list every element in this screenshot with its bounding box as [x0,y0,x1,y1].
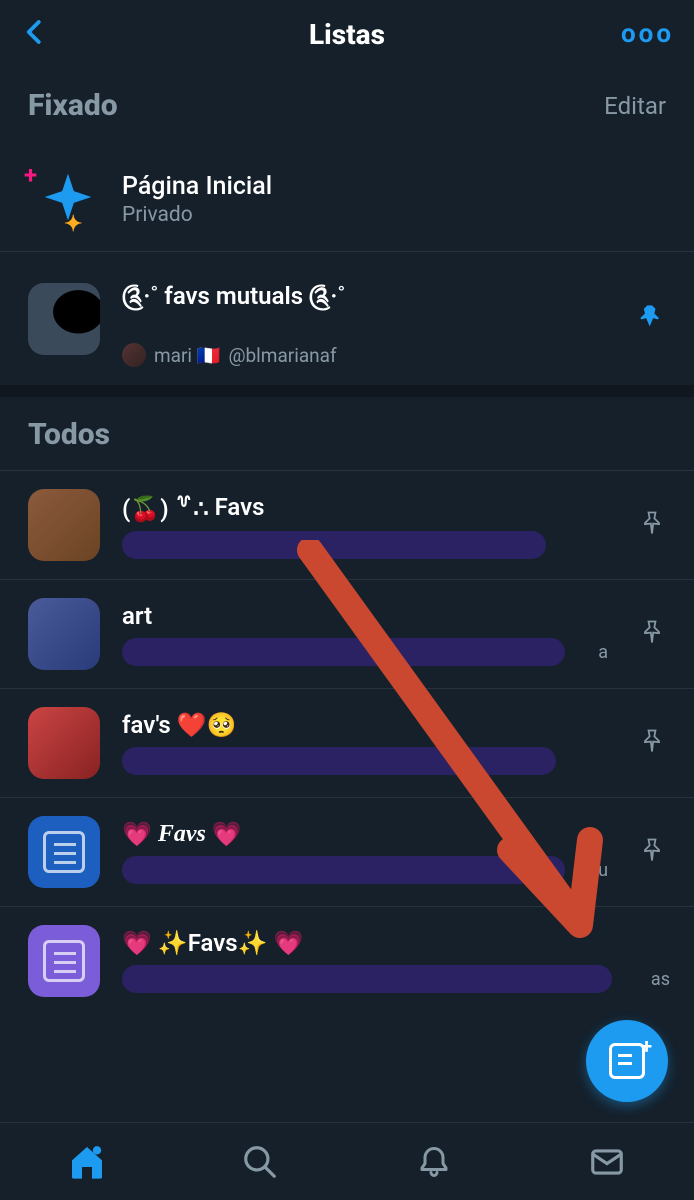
list-thumbnail [28,707,100,779]
document-icon [43,831,85,873]
list-thumbnail [28,283,100,355]
list-thumbnail [28,816,100,888]
pin-icon[interactable] [638,836,666,868]
all-section-header: Todos [0,397,694,470]
new-list-icon [609,1043,645,1079]
edit-button[interactable]: Editar [604,92,666,120]
pinned-item-text: Página Inicial Privado [122,172,272,227]
list-item-title: ༊·˚ favs mutuals ༊·˚ [122,270,604,337]
list-item-title: 💗 Favs 💗 [122,820,604,848]
pinned-item-favs-mutuals[interactable]: ༊·˚ favs mutuals ༊·˚ mari 🇫🇷 @blmarianaf [0,252,694,385]
list-item-body: art a [122,602,604,666]
tab-messages-icon[interactable] [587,1142,627,1182]
redacted-author [122,856,565,884]
tab-search-icon[interactable] [240,1142,280,1182]
back-icon[interactable] [20,17,50,51]
pinned-item-title: Página Inicial [122,172,272,201]
peek-text: a [598,642,608,663]
pinned-item-subtitle: Privado [122,203,272,227]
redacted-author [122,747,556,775]
list-item-title: 💗 ✨Favs✨ 💗 [122,929,666,957]
all-lists-container: (🍒) ꒷∴ Favs art a fav's ❤️🥺 [0,470,694,1015]
list-item-title: (🍒) ꒷∴ Favs [122,491,604,523]
list-row[interactable]: 💗 ✨Favs✨ 💗 as [0,907,694,1015]
author-handle: @blmarianaf [228,344,336,367]
tab-notifications-icon[interactable] [414,1142,454,1182]
list-row[interactable]: art a [0,580,694,689]
page-title: Listas [309,18,385,51]
list-item-body: (🍒) ꒷∴ Favs [122,491,604,559]
redacted-author [122,965,612,993]
sparkle-icon: + ✦ [28,163,100,235]
peek-text: as [651,969,670,990]
header-bar: Listas ooo [0,0,694,68]
list-thumbnail [28,489,100,561]
list-item-title: fav's ❤️🥺 [122,711,604,739]
list-item-title: art [122,602,604,630]
list-row[interactable]: 💗 Favs 💗 ou [0,798,694,907]
author-avatar [122,343,146,367]
list-thumbnail [28,598,100,670]
more-options-icon[interactable]: ooo [621,19,674,49]
list-thumbnail [28,925,100,997]
list-row[interactable]: (🍒) ꒷∴ Favs [0,471,694,580]
redacted-author [122,531,546,559]
pin-icon[interactable] [638,618,666,650]
document-icon [43,940,85,982]
bottom-tab-bar [0,1122,694,1200]
pin-icon[interactable] [638,509,666,541]
redacted-author [122,638,565,666]
author-name: mari 🇫🇷 [154,344,220,367]
section-gap [0,385,694,397]
tab-home-icon[interactable] [67,1142,107,1182]
pin-icon[interactable] [638,727,666,759]
all-label: Todos [28,417,110,452]
peek-text: ou [588,860,608,881]
list-row[interactable]: fav's ❤️🥺 [0,689,694,798]
new-list-fab[interactable] [586,1020,668,1102]
pinned-label: Fixado [28,88,118,123]
pinned-section-header: Fixado Editar [0,68,694,147]
list-item-author: mari 🇫🇷 @blmarianaf [122,343,604,367]
list-item-body: ༊·˚ favs mutuals ༊·˚ mari 🇫🇷 @blmarianaf [122,270,604,367]
pin-icon[interactable] [638,303,666,335]
pinned-item-home[interactable]: + ✦ Página Inicial Privado [0,147,694,251]
list-item-body: fav's ❤️🥺 [122,711,604,775]
list-item-body: 💗 Favs 💗 ou [122,820,604,884]
list-item-body: 💗 ✨Favs✨ 💗 as [122,929,666,993]
